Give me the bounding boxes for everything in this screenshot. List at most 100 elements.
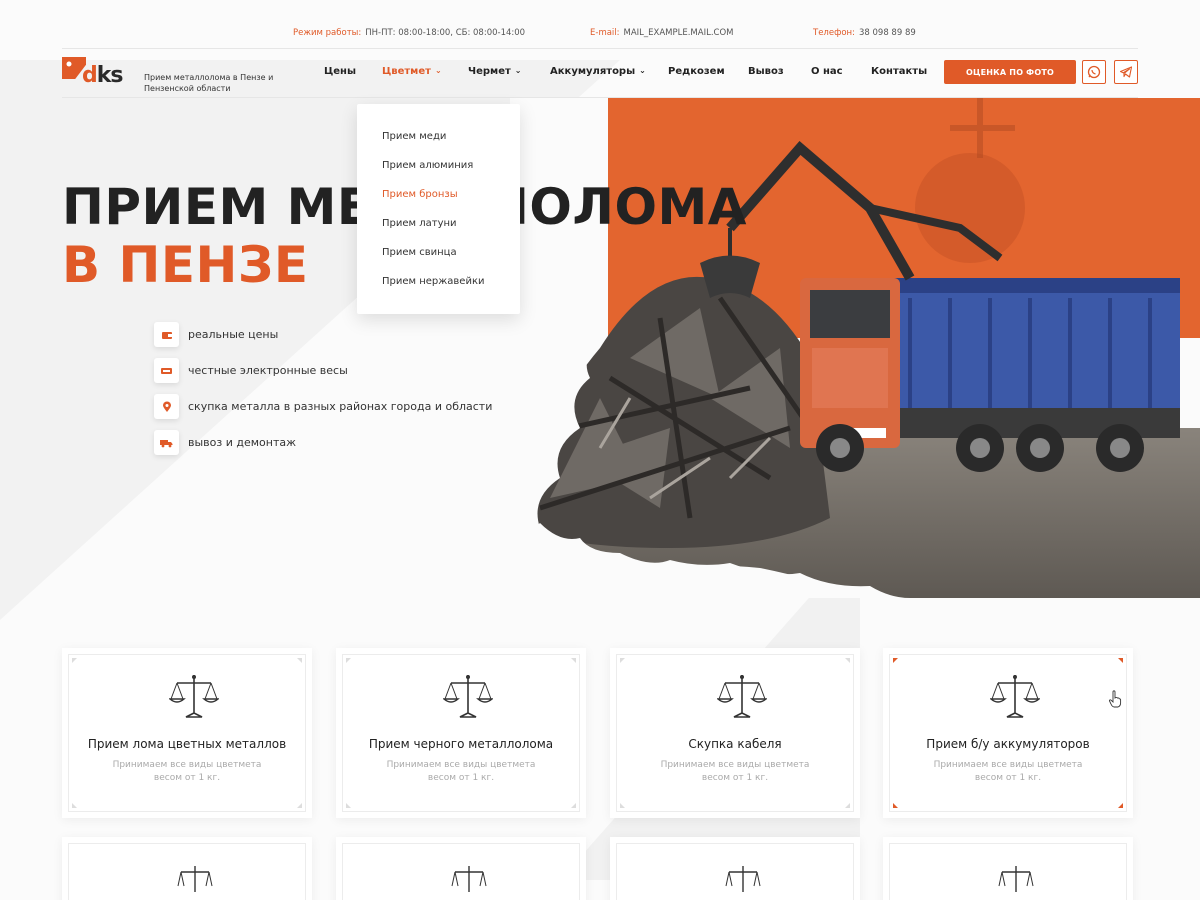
logo-text: dks bbox=[82, 63, 123, 88]
card-title: Прием лома цветных металлов bbox=[87, 737, 287, 751]
hours-value: ПН-ПТ: 08:00-18:00, СБ: 08:00-14:00 bbox=[365, 28, 526, 38]
email-link[interactable]: MAIL_EXAMPLE.MAIL.COM bbox=[624, 28, 734, 38]
truck-icon bbox=[154, 430, 179, 455]
tagline: Прием металлолома в Пензе и Пензенской о… bbox=[144, 73, 274, 93]
card-frame: Прием б/у аккумуляторов Принимаем все ви… bbox=[889, 654, 1127, 812]
logo-dot-icon bbox=[66, 61, 72, 67]
scales-icon bbox=[717, 675, 767, 718]
corner-mark-icon bbox=[845, 658, 850, 663]
feature-text: честные электронные весы bbox=[188, 364, 348, 377]
nav-item-prices[interactable]: Цены bbox=[324, 66, 356, 77]
corner-mark-icon bbox=[620, 803, 625, 808]
service-card-batteries[interactable]: Прием б/у аккумуляторов Принимаем все ви… bbox=[883, 648, 1133, 818]
scales-icon bbox=[990, 675, 1040, 718]
service-card[interactable] bbox=[883, 837, 1133, 900]
divider bbox=[62, 48, 1138, 49]
card-title: Скупка кабеля bbox=[688, 737, 782, 751]
phone-label: Телефон: bbox=[813, 28, 855, 38]
corner-mark-icon bbox=[72, 803, 77, 808]
nav-item-batteries[interactable]: Аккумуляторы ⌄ bbox=[550, 66, 646, 77]
whatsapp-button[interactable] bbox=[1082, 60, 1106, 84]
corner-mark-icon bbox=[893, 803, 898, 808]
working-hours: Режим работы: ПН-ПТ: 08:00-18:00, СБ: 08:… bbox=[293, 28, 525, 38]
corner-mark-icon bbox=[845, 803, 850, 808]
nav-item-nonferrous[interactable]: Цветмет ⌄ bbox=[382, 66, 442, 77]
chevron-down-icon: ⌄ bbox=[514, 66, 522, 75]
nav-item-rare-earth[interactable]: Редкозем bbox=[668, 66, 725, 77]
scales-icon bbox=[451, 866, 487, 892]
feature-text: скупка металла в разных районах города и… bbox=[188, 400, 493, 413]
dropdown-item-copper[interactable]: Прием меди bbox=[382, 131, 446, 142]
corner-mark-icon bbox=[346, 803, 351, 808]
chevron-down-icon: ⌄ bbox=[639, 66, 646, 75]
card-description: Принимаем все виды цветмета весом от 1 к… bbox=[660, 760, 810, 783]
phone-link[interactable]: 38 098 89 89 bbox=[859, 28, 916, 38]
corner-mark-icon bbox=[571, 803, 576, 808]
corner-mark-icon bbox=[72, 658, 77, 663]
hero-title-line2: В ПЕНЗЕ bbox=[62, 236, 309, 294]
service-card-nonferrous[interactable]: Прием лома цветных металлов Принимаем вс… bbox=[62, 648, 312, 818]
dropdown-item-aluminium[interactable]: Прием алюминия bbox=[382, 160, 473, 171]
card-title: Прием черного металлолома bbox=[368, 737, 554, 751]
service-card[interactable] bbox=[610, 837, 860, 900]
corner-mark-icon bbox=[297, 803, 302, 808]
card-frame: Прием черного металлолома Принимаем все … bbox=[342, 654, 580, 812]
hero-image bbox=[510, 98, 1200, 598]
corner-mark-icon bbox=[1118, 658, 1123, 663]
nonferrous-dropdown-menu: Прием меди Прием алюминия Прием бронзы П… bbox=[357, 104, 520, 314]
corner-mark-icon bbox=[620, 658, 625, 663]
scales-icon bbox=[177, 866, 213, 892]
telegram-icon bbox=[1119, 66, 1133, 78]
corner-mark-icon bbox=[297, 658, 302, 663]
corner-mark-icon bbox=[893, 658, 898, 663]
hand-cursor-icon bbox=[1108, 690, 1122, 708]
phone-info: Телефон: 38 098 89 89 bbox=[813, 28, 916, 38]
wallet-icon bbox=[154, 322, 179, 347]
card-frame bbox=[889, 843, 1127, 900]
card-description: Принимаем все виды цветмета весом от 1 к… bbox=[386, 760, 536, 783]
card-frame: Скупка кабеля Принимаем все виды цветмет… bbox=[616, 654, 854, 812]
service-card[interactable] bbox=[336, 837, 586, 900]
email-label: E-mail: bbox=[590, 28, 620, 38]
dropdown-item-bronze[interactable]: Прием бронзы bbox=[382, 189, 458, 200]
corner-mark-icon bbox=[1118, 803, 1123, 808]
feature-item: вывоз и демонтаж bbox=[154, 430, 554, 456]
nav-item-removal[interactable]: Вывоз bbox=[748, 66, 784, 77]
scales-icon bbox=[154, 358, 179, 383]
scales-icon bbox=[443, 675, 493, 718]
nav-item-ferrous[interactable]: Чермет ⌄ bbox=[468, 66, 521, 77]
location-pin-icon bbox=[154, 394, 179, 419]
feature-item: реальные цены bbox=[154, 322, 554, 348]
info-bar: Режим работы: ПН-ПТ: 08:00-18:00, СБ: 08:… bbox=[0, 28, 1200, 42]
service-card-ferrous[interactable]: Прием черного металлолома Принимаем все … bbox=[336, 648, 586, 818]
dropdown-item-lead[interactable]: Прием свинца bbox=[382, 247, 457, 258]
service-card-cable[interactable]: Скупка кабеля Принимаем все виды цветмет… bbox=[610, 648, 860, 818]
card-frame: Прием лома цветных металлов Принимаем вс… bbox=[68, 654, 306, 812]
card-title: Прием б/у аккумуляторов bbox=[926, 737, 1090, 751]
feature-item: скупка металла в разных районах города и… bbox=[154, 394, 554, 420]
scales-icon bbox=[998, 866, 1034, 892]
feature-item: честные электронные весы bbox=[154, 358, 554, 384]
whatsapp-icon bbox=[1087, 65, 1101, 79]
card-description: Принимаем все виды цветмета весом от 1 к… bbox=[112, 760, 262, 783]
card-frame bbox=[342, 843, 580, 900]
nav-item-about[interactable]: О нас bbox=[811, 66, 843, 77]
corner-mark-icon bbox=[571, 658, 576, 663]
card-frame bbox=[68, 843, 306, 900]
chevron-down-icon: ⌄ bbox=[434, 66, 442, 75]
email-info: E-mail: MAIL_EXAMPLE.MAIL.COM bbox=[590, 28, 733, 38]
scales-icon bbox=[169, 675, 219, 718]
nav-item-contacts[interactable]: Контакты bbox=[871, 66, 927, 77]
card-frame bbox=[616, 843, 854, 900]
dropdown-item-stainless[interactable]: Прием нержавейки bbox=[382, 276, 485, 287]
photo-estimate-button[interactable]: ОЦЕНКА ПО ФОТО bbox=[944, 60, 1076, 84]
corner-mark-icon bbox=[346, 658, 351, 663]
scales-icon bbox=[725, 866, 761, 892]
service-card[interactable] bbox=[62, 837, 312, 900]
logo[interactable]: dks bbox=[62, 57, 136, 89]
feature-text: реальные цены bbox=[188, 328, 279, 341]
hours-label: Режим работы: bbox=[293, 28, 362, 38]
card-description: Принимаем все виды цветмета весом от 1 к… bbox=[933, 760, 1083, 783]
telegram-button[interactable] bbox=[1114, 60, 1138, 84]
dropdown-item-brass[interactable]: Прием латуни bbox=[382, 218, 457, 229]
